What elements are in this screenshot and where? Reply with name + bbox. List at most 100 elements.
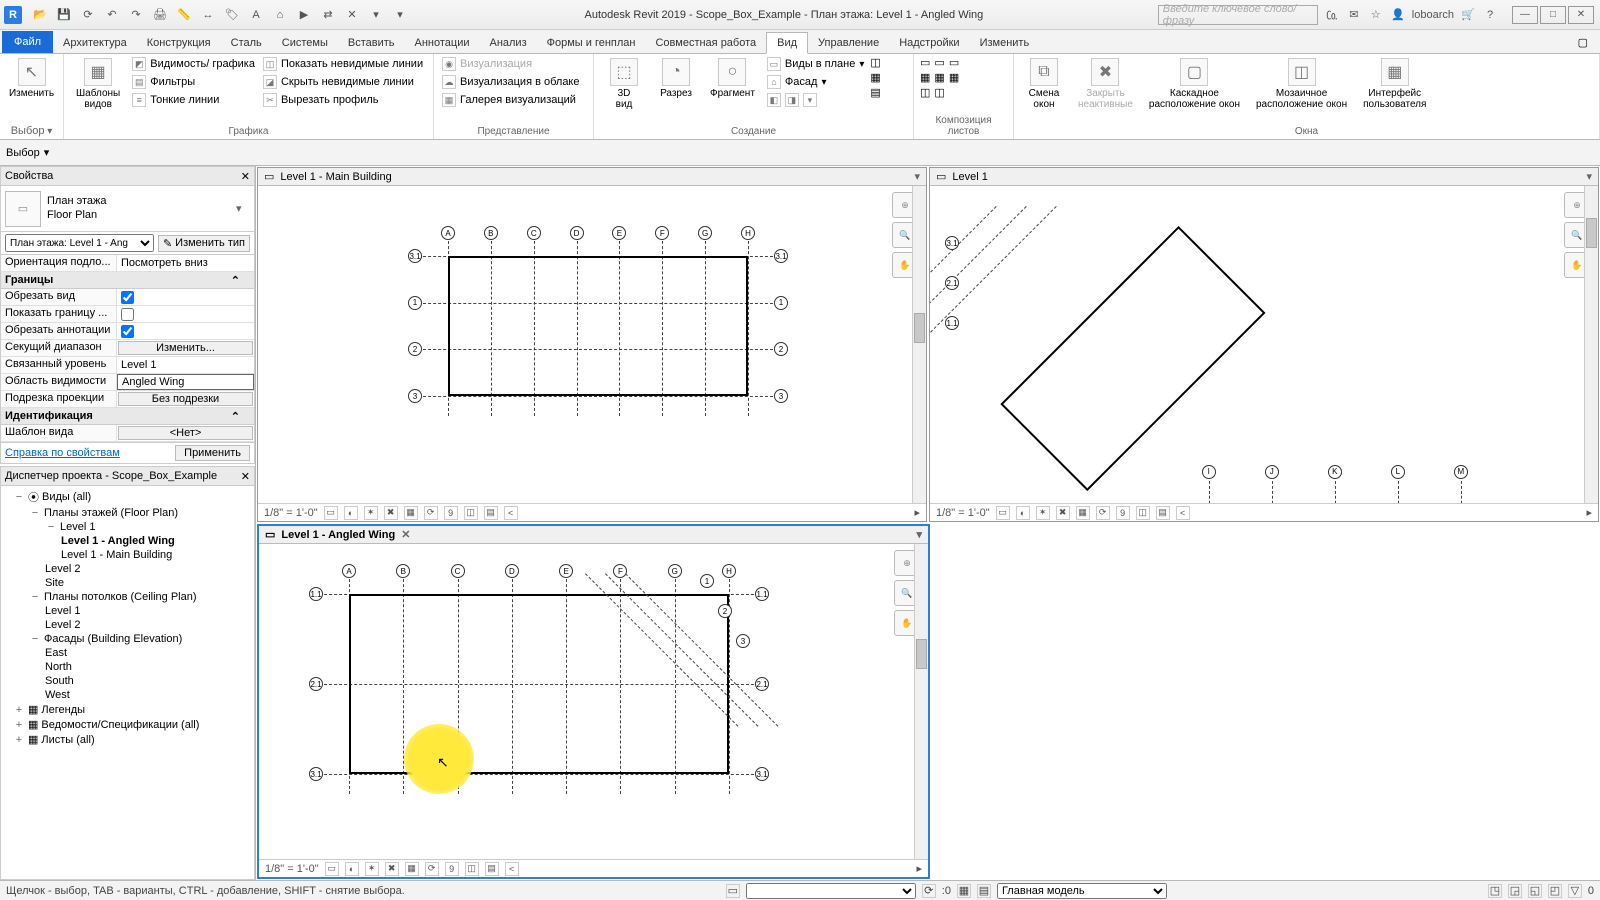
browser-close-icon[interactable]: ✕	[241, 470, 250, 483]
scale-label[interactable]: 1/8" = 1'-0"	[264, 507, 318, 519]
view-main-building[interactable]: ▭Level 1 - Main Building▾ ⊕🔍✋ ABCDEFGH3.…	[257, 167, 927, 522]
sub-icon[interactable]: ㏇	[1324, 7, 1340, 23]
help-icon[interactable]: ?	[1482, 7, 1498, 23]
minimize-button[interactable]: —	[1512, 6, 1538, 24]
tab-arch[interactable]: Архитектура	[53, 33, 137, 53]
print-icon[interactable]: 🖨	[150, 5, 170, 25]
tab-view[interactable]: Вид	[766, 32, 808, 54]
apply-button[interactable]: Применить	[175, 445, 250, 461]
remove-hidden-button[interactable]: ◪Скрыть невидимые линии	[261, 74, 425, 90]
cr-2-icon[interactable]: ▦	[870, 71, 880, 84]
modify-button[interactable]: ↖Изменить	[6, 56, 57, 101]
dd1-icon[interactable]: ▾	[366, 5, 386, 25]
tab-mass[interactable]: Формы и генплан	[537, 33, 646, 53]
measure-icon[interactable]: 📏	[174, 5, 194, 25]
elevation-button[interactable]: ⌂Фасад ▾	[765, 74, 866, 90]
view-max-icon[interactable]: ▾	[916, 528, 922, 541]
canvas-main[interactable]: ⊕🔍✋ ABCDEFGH3.13.1112233	[258, 186, 926, 503]
tag-icon[interactable]: 🏷	[222, 5, 242, 25]
tab-manage[interactable]: Управление	[808, 33, 889, 53]
tab-struct[interactable]: Конструкция	[137, 33, 221, 53]
browser-active-view[interactable]: Level 1 - Angled Wing	[1, 534, 254, 548]
sync-icon[interactable]: ⟳	[78, 5, 98, 25]
home-icon[interactable]: ⌂	[270, 5, 290, 25]
save-icon[interactable]: 💾	[54, 5, 74, 25]
group-bounds[interactable]: Границы⌃	[1, 272, 254, 289]
canvas-level1[interactable]: ⊕🔍✋ 3.12.11.1BCDEFGHIJKLM123	[930, 186, 1598, 503]
cart-icon[interactable]: 🛒	[1460, 7, 1476, 23]
cascade-button[interactable]: ▢Каскадное расположение окон	[1143, 56, 1246, 112]
props-header[interactable]: Свойства✕	[0, 166, 255, 186]
view-vscroll[interactable]	[914, 544, 928, 859]
sh-8-icon[interactable]: ▦	[949, 71, 959, 84]
tab-analyze[interactable]: Анализ	[479, 33, 536, 53]
dd2-icon[interactable]: ▾	[390, 5, 410, 25]
sh-5-icon[interactable]: ▦	[934, 71, 944, 84]
cr-1-icon[interactable]: ◫	[870, 56, 880, 69]
instance-select[interactable]: План этажа: Level 1 - Ang	[5, 234, 154, 252]
show-hidden-button[interactable]: ◫Показать невидимые линии	[261, 56, 425, 72]
sh-2-icon[interactable]: ▦	[920, 71, 930, 84]
sb-2-icon[interactable]: ⟳	[922, 884, 936, 898]
annot-crop-check[interactable]	[121, 325, 134, 338]
sb-1-icon[interactable]: ▭	[726, 884, 740, 898]
props-help-link[interactable]: Справка по свойствам	[5, 447, 169, 459]
tab-modify[interactable]: Изменить	[970, 33, 1040, 53]
design-option-select[interactable]: Главная модель	[997, 883, 1167, 899]
dim-icon[interactable]: ↔	[198, 5, 218, 25]
sh-7-icon[interactable]: ▭	[949, 56, 959, 69]
redo-icon[interactable]: ↷	[126, 5, 146, 25]
sh-3-icon[interactable]: ◫	[920, 86, 930, 99]
filters-button[interactable]: ▤Фильтры	[130, 74, 257, 90]
sh-4-icon[interactable]: ▭	[934, 56, 944, 69]
close-button[interactable]: ✕	[1568, 6, 1594, 24]
tab-systems[interactable]: Системы	[272, 33, 338, 53]
project-browser[interactable]: −⦿ Виды (all) −Планы этажей (Floor Plan)…	[0, 486, 255, 880]
extra-create-icons[interactable]: ◧◨▾	[765, 92, 866, 108]
view-vscroll[interactable]	[912, 186, 926, 503]
view-template-button[interactable]: <Нет>	[118, 426, 253, 440]
plan-views-button[interactable]: ▭Виды в плане ▾	[765, 56, 866, 72]
tab-insert[interactable]: Вставить	[338, 33, 405, 53]
switch-icon[interactable]: ⇄	[318, 5, 338, 25]
view-range-button[interactable]: Изменить...	[118, 341, 253, 355]
callout-button[interactable]: ○Фрагмент	[704, 56, 761, 101]
star-icon[interactable]: ☆	[1368, 7, 1384, 23]
tab-collab[interactable]: Совместная работа	[645, 33, 766, 53]
tab-addins[interactable]: Надстройки	[889, 33, 969, 53]
section-button[interactable]: ◔Разрез	[652, 56, 700, 101]
sb-sel-4-icon[interactable]: ◰	[1548, 884, 1562, 898]
text-icon[interactable]: A	[246, 5, 266, 25]
ui-button[interactable]: ▦Интерфейс пользователя	[1357, 56, 1432, 112]
close-view-icon[interactable]: ✕	[342, 5, 362, 25]
thin-lines-button[interactable]: ≡Тонкие линии	[130, 92, 257, 108]
crop-view-check[interactable]	[121, 291, 134, 304]
comm-icon[interactable]: ✉	[1346, 7, 1362, 23]
group-id[interactable]: Идентификация⌃	[1, 408, 254, 425]
view-angled-wing[interactable]: ▭Level 1 - Angled Wing✕▾ ⊕🔍✋ ABCDEFGH1.1…	[257, 524, 930, 879]
visibility-button[interactable]: ◩Видимость/ графика	[130, 56, 257, 72]
user-name[interactable]: loboarch	[1412, 9, 1454, 21]
sb-3-icon[interactable]: ▦	[957, 884, 971, 898]
sb-4-icon[interactable]: ▤	[977, 884, 991, 898]
open-icon[interactable]: 📂	[30, 5, 50, 25]
view-max-icon[interactable]: ▾	[914, 170, 920, 183]
sb-sel-3-icon[interactable]: ◱	[1528, 884, 1542, 898]
ribbon-min-icon[interactable]: ▢	[1574, 32, 1592, 53]
view-close-icon[interactable]: ✕	[401, 528, 410, 541]
workset-select[interactable]	[746, 883, 916, 899]
switch-windows-button[interactable]: ⧉Смена окон	[1020, 56, 1068, 112]
tab-annot[interactable]: Аннотации	[405, 33, 480, 53]
tab-file[interactable]: Файл	[2, 31, 53, 53]
canvas-angled[interactable]: ⊕🔍✋ ABCDEFGH1.11.12.12.13.13.1123 ↖	[259, 544, 928, 859]
render-gallery-button[interactable]: ▦Галерея визуализаций	[440, 92, 582, 108]
edit-type-button[interactable]: ✎Изменить тип	[158, 235, 250, 252]
sb-sel-2-icon[interactable]: ◲	[1508, 884, 1522, 898]
sh-1-icon[interactable]: ▭	[920, 56, 930, 69]
view-templates-button[interactable]: ▦Шаблоны видов	[70, 56, 126, 112]
tab-steel[interactable]: Сталь	[221, 33, 272, 53]
play-icon[interactable]: ▶	[294, 5, 314, 25]
search-input[interactable]: Введите ключевое слово/фразу	[1158, 5, 1318, 25]
cut-profile-button[interactable]: ✂Вырезать профиль	[261, 92, 425, 108]
tile-button[interactable]: ◫Мозаичное расположение окон	[1250, 56, 1353, 112]
